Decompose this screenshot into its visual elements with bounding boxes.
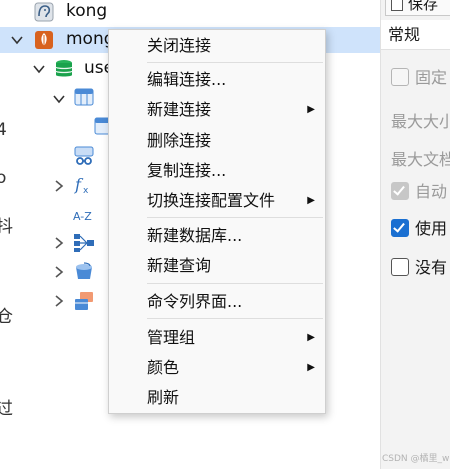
submenu-arrow-icon: ▶ [307,362,315,373]
menu-item-label: 新建查询 [147,256,212,275]
menu-separator [147,217,323,218]
menu-item-duplicate-connection[interactable]: 复制连接... [109,157,325,185]
chevron-down-icon[interactable] [32,62,46,76]
tab-general[interactable]: 常规 [381,20,450,50]
option-row[interactable]: 没有 [391,254,447,278]
tree-item-indexes[interactable]: A-Z [0,202,108,228]
postgresql-elephant-icon [34,2,54,22]
context-menu: 关闭连接 编辑连接... 新建连接 ▶ 删除连接 复制连接... 切换连接配置文件… [108,29,326,414]
menu-item-label: 新建数据库... [147,226,243,245]
checkbox-disabled-checked[interactable] [391,181,409,200]
database-cylinder-icon [55,60,73,77]
menu-item-edit-connection[interactable]: 编辑连接... [109,66,325,94]
view-glasses-icon [74,146,94,165]
menu-item-manage-group[interactable]: 管理组 ▶ [109,324,325,352]
menu-item-new-connection[interactable]: 新建连接 ▶ [109,96,325,124]
menu-item-command-line[interactable]: 命令列界面... [109,288,325,316]
option-row[interactable]: 使用 [391,215,447,239]
menu-item-label: 管理组 [147,328,196,347]
menu-item-refresh[interactable]: 刷新 [109,384,325,412]
field-label: 最大文档 [391,150,450,169]
submenu-arrow-icon: ▶ [307,332,315,343]
watermark: CSDN @橘里_w [382,454,450,464]
tree-item-views[interactable] [0,144,108,170]
checkbox-disabled-unchecked[interactable] [391,67,409,86]
menu-item-new-query[interactable]: 新建查询 [109,252,325,280]
menu-item-label: 刷新 [147,388,180,407]
menu-item-label: 编辑连接... [147,70,227,89]
checkbox-checked[interactable] [391,218,409,237]
submenu-arrow-icon: ▶ [307,104,315,115]
submenu-arrow-icon: ▶ [307,195,315,206]
menu-item-color[interactable]: 颜色 ▶ [109,354,325,382]
menu-item-label: 新建连接 [147,100,212,119]
chevron-right-icon[interactable] [52,265,66,279]
option-row[interactable]: 固定 [391,64,447,88]
function-fx-icon: f x [74,175,89,195]
chevron-down-icon[interactable] [10,33,24,47]
menu-separator [147,283,323,284]
tree-label: kong [66,1,108,21]
svg-text:A-Z: A-Z [73,210,92,223]
left-clipped-char: 过 [0,399,13,419]
menu-item-label: 命令列界面... [147,292,243,311]
tree-item-collection[interactable] [0,114,114,140]
menu-item-new-database[interactable]: 新建数据库... [109,222,325,250]
menu-item-label: 颜色 [147,358,180,377]
mongodb-leaf-icon [35,31,53,49]
tree-item-functions[interactable]: f x [0,173,108,199]
table-stack-icon [75,292,93,310]
chevron-right-icon[interactable] [52,179,66,193]
option-label: 使用 [415,219,448,238]
menu-item-delete-connection[interactable]: 删除连接 [109,127,325,155]
tree-item-database[interactable]: use [0,56,114,82]
chevron-down-icon[interactable] [52,92,66,106]
svg-text:x: x [83,186,89,195]
option-label: 固定 [415,68,448,87]
sort-az-icon: A-Z [73,210,92,223]
option-label: 没有 [415,258,448,277]
field-label: 最大大小 [391,112,450,131]
menu-separator [147,62,323,63]
option-row[interactable]: 自动 [391,178,447,202]
menu-separator [147,318,323,319]
tree-item-collections[interactable] [0,86,108,112]
collection-table-icon [74,88,94,106]
option-label: 自动 [415,182,448,201]
pipeline-icon [74,234,94,252]
checkbox-unchecked[interactable] [391,257,409,276]
tree-item-aggregation[interactable] [0,230,108,256]
menu-item-label: 关闭连接 [147,36,212,55]
menu-item-label: 复制连接... [147,161,227,180]
bucket-icon [76,262,92,279]
tree-item-other[interactable] [0,288,108,314]
menu-item-label: 删除连接 [147,131,212,150]
chevron-right-icon[interactable] [52,236,66,250]
save-file-icon [391,0,403,11]
menu-item-close-connection[interactable]: 关闭连接 [109,32,325,60]
object-properties-panel: 保存 常规 固定 最大大小 最大文档 自动 使用 没有 [380,0,450,469]
menu-item-switch-profile[interactable]: 切换连接配置文件 ▶ [109,187,325,215]
menu-item-label: 切换连接配置文件 [147,191,276,210]
chevron-right-icon[interactable] [52,294,66,308]
tree-item-kong[interactable]: kong [0,0,380,26]
save-button[interactable]: 保存 [385,0,450,16]
save-button-label: 保存 [408,0,439,13]
tree-item-gridfs[interactable] [0,259,108,285]
